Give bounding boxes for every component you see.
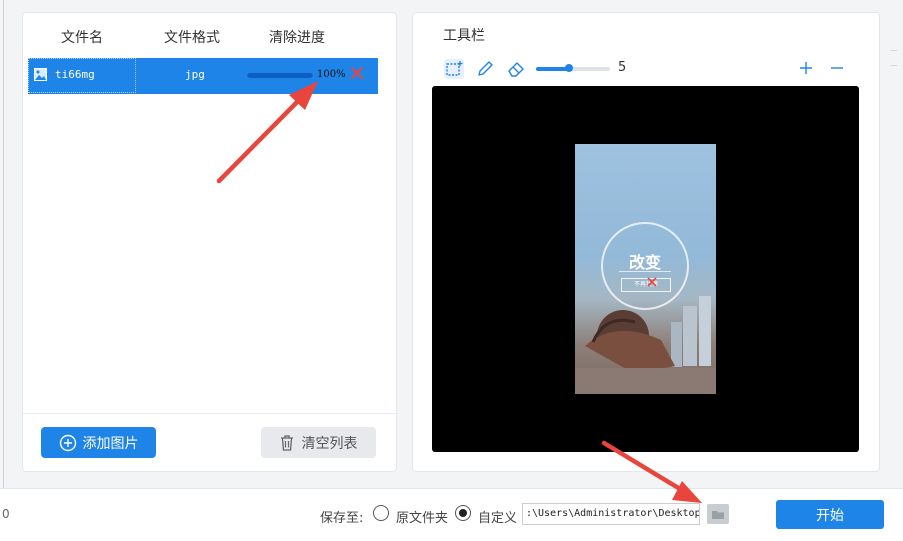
file-list-header: 文件名 文件格式 清除进度 bbox=[23, 13, 396, 57]
radio-original-folder[interactable] bbox=[373, 505, 389, 521]
image-file-icon bbox=[34, 68, 47, 81]
progress-fill bbox=[247, 73, 313, 78]
pencil-icon[interactable] bbox=[475, 59, 495, 79]
original-folder-label[interactable]: 原文件夹 bbox=[396, 507, 448, 526]
slider-fill bbox=[536, 67, 570, 71]
image-preview[interactable]: 改变 不再犹豫 bbox=[575, 144, 716, 394]
scrollbar-hint[interactable] bbox=[891, 50, 897, 66]
plus-icon[interactable] bbox=[796, 58, 816, 78]
header-filename: 文件名 bbox=[61, 30, 103, 46]
file-format: jpg bbox=[185, 68, 205, 81]
header-progress: 清除进度 bbox=[269, 30, 325, 46]
editor-panel: 工具栏 5 改变 不再犹豫 bbox=[412, 12, 880, 472]
brush-size-value: 5 bbox=[618, 60, 627, 75]
header-format: 文件格式 bbox=[164, 30, 220, 46]
output-path-field[interactable]: :\Users\Administrator\Desktop bbox=[522, 503, 700, 525]
folder-icon[interactable] bbox=[707, 504, 729, 524]
brush-size-slider[interactable] bbox=[536, 64, 610, 72]
close-mark-icon bbox=[647, 277, 657, 287]
toolbar-title: 工具栏 bbox=[443, 28, 485, 44]
custom-label[interactable]: 自定义 bbox=[478, 507, 517, 526]
file-list-panel: 文件名 文件格式 清除进度 ti66mg jpg 100% 添加图片 清空列表 bbox=[22, 12, 397, 472]
clear-list-label: 清空列表 bbox=[301, 434, 358, 451]
divider bbox=[23, 413, 396, 414]
start-button[interactable]: 开始 bbox=[776, 500, 884, 529]
rect-select-icon[interactable] bbox=[444, 59, 464, 79]
radio-custom[interactable] bbox=[455, 505, 471, 521]
image-canvas[interactable]: 改变 不再犹豫 bbox=[432, 86, 859, 452]
left-number: 0 bbox=[2, 507, 10, 521]
add-image-label: 添加图片 bbox=[82, 434, 139, 451]
trash-icon bbox=[280, 434, 293, 451]
minus-icon[interactable] bbox=[827, 58, 847, 78]
slider-handle[interactable] bbox=[565, 64, 574, 72]
file-name: ti66mg bbox=[55, 68, 95, 81]
badge-rule bbox=[619, 271, 671, 272]
progress-bar bbox=[247, 73, 313, 78]
clear-list-button[interactable]: 清空列表 bbox=[261, 427, 376, 458]
eraser-icon[interactable] bbox=[506, 59, 526, 79]
add-circle-icon bbox=[59, 434, 76, 451]
file-row[interactable]: ti66mg jpg 100% bbox=[28, 58, 378, 94]
add-image-button[interactable]: 添加图片 bbox=[41, 427, 156, 458]
overlay-badge: 改变 不再犹豫 bbox=[601, 222, 689, 310]
save-to-label: 保存至: bbox=[320, 511, 364, 526]
bottom-bar: 0 保存至: 原文件夹 自定义 :\Users\Administrator\De… bbox=[0, 488, 903, 541]
close-icon[interactable] bbox=[350, 66, 364, 80]
progress-text: 100% bbox=[317, 69, 346, 80]
window-edge bbox=[3, 0, 4, 488]
preview-headline: 改变 bbox=[628, 253, 661, 272]
